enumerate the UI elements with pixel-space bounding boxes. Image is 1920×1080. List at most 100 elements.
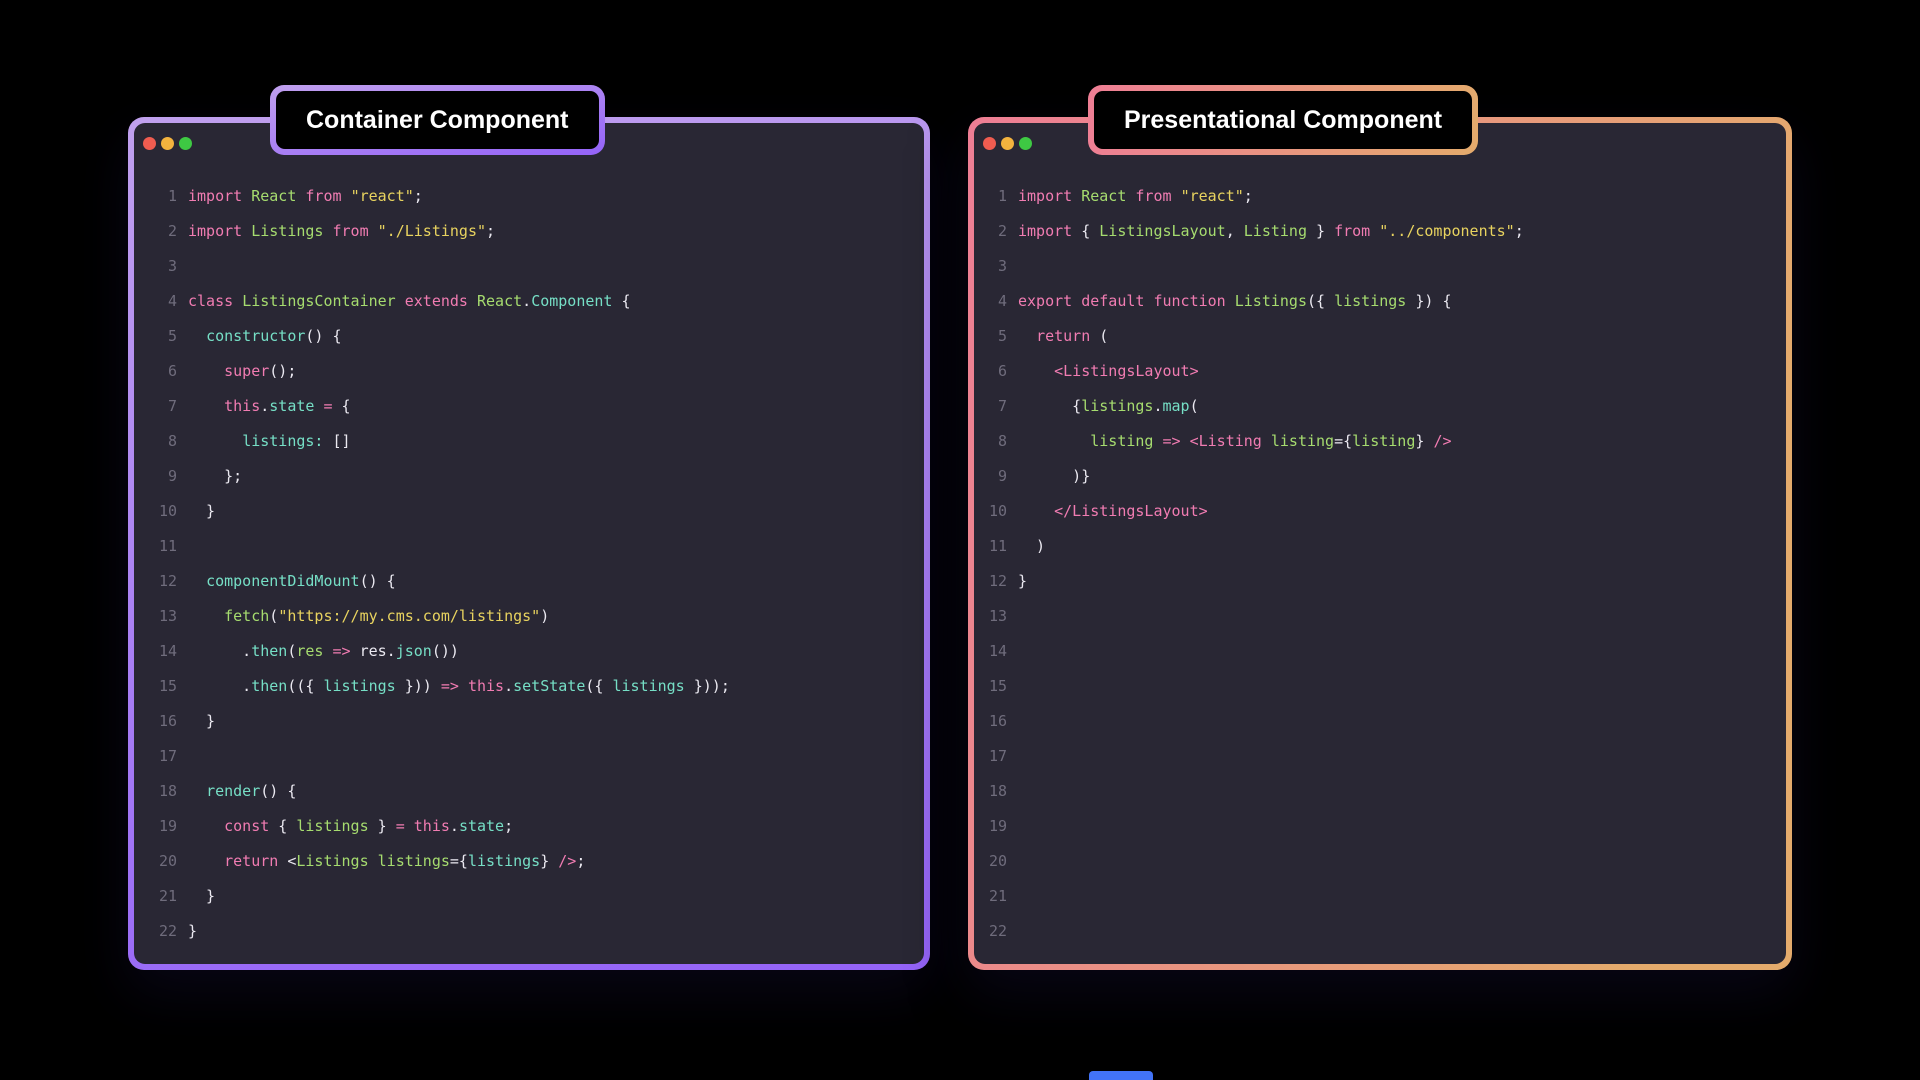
line-number: 11	[134, 529, 177, 564]
minimize-button-icon[interactable]	[1001, 137, 1014, 150]
close-button-icon[interactable]	[143, 137, 156, 150]
presentational-component-window: Presentational Component 1import React f…	[968, 117, 1792, 970]
bottom-peek-element	[1089, 1071, 1153, 1080]
minimize-button-icon[interactable]	[161, 137, 174, 150]
code-text: listing => <Listing listing={listing} />	[1018, 424, 1452, 459]
code-text: .then(({ listings })) => this.setState({…	[188, 669, 730, 704]
line-number: 11	[974, 529, 1007, 564]
line-number: 6	[974, 354, 1007, 389]
code-line: 15	[974, 669, 1786, 704]
code-text: }	[188, 704, 215, 739]
window-controls	[983, 137, 1032, 150]
line-number: 2	[134, 214, 177, 249]
presentational-title-badge: Presentational Component	[1088, 85, 1478, 155]
line-number: 3	[974, 249, 1007, 284]
line-number: 15	[974, 669, 1007, 704]
code-text: this.state = {	[188, 389, 351, 424]
line-number: 21	[134, 879, 177, 914]
code-line: 8 listings: []	[134, 424, 924, 459]
code-text: {listings.map(	[1018, 389, 1199, 424]
line-number: 9	[134, 459, 177, 494]
code-text: };	[188, 459, 242, 494]
code-text: .then(res => res.json())	[188, 634, 459, 669]
code-line: 17	[974, 739, 1786, 774]
line-number: 1	[974, 179, 1007, 214]
code-line: 17	[134, 739, 924, 774]
code-line: 19	[974, 809, 1786, 844]
line-number: 22	[134, 914, 177, 949]
code-line: 16 }	[134, 704, 924, 739]
code-line: 20	[974, 844, 1786, 879]
code-text: render() {	[188, 774, 296, 809]
code-text: }	[188, 914, 197, 949]
code-line: 6 super();	[134, 354, 924, 389]
line-number: 12	[134, 564, 177, 599]
code-line: 9 };	[134, 459, 924, 494]
line-number: 7	[974, 389, 1007, 424]
code-text: }	[188, 494, 215, 529]
line-number: 4	[974, 284, 1007, 319]
code-text: listings: []	[188, 424, 351, 459]
line-number: 3	[134, 249, 177, 284]
code-text: <ListingsLayout>	[1018, 354, 1199, 389]
code-line: 21	[974, 879, 1786, 914]
code-line: 2import { ListingsLayout, Listing } from…	[974, 214, 1786, 249]
line-number: 21	[974, 879, 1007, 914]
code-line: 4class ListingsContainer extends React.C…	[134, 284, 924, 319]
code-text: const { listings } = this.state;	[188, 809, 513, 844]
presentational-editor-surface: 1import React from "react";2import { Lis…	[974, 123, 1786, 964]
code-line: 2import Listings from "./Listings";	[134, 214, 924, 249]
maximize-button-icon[interactable]	[179, 137, 192, 150]
maximize-button-icon[interactable]	[1019, 137, 1032, 150]
presentational-title-label: Presentational Component	[1094, 91, 1472, 149]
code-text: constructor() {	[188, 319, 342, 354]
code-line: 21 }	[134, 879, 924, 914]
code-line: 11	[134, 529, 924, 564]
code-text: return <Listings listings={listings} />;	[188, 844, 585, 879]
code-text: super();	[188, 354, 296, 389]
close-button-icon[interactable]	[983, 137, 996, 150]
line-number: 12	[974, 564, 1007, 599]
line-number: 1	[134, 179, 177, 214]
code-line: 5 return (	[974, 319, 1786, 354]
container-code-area: 1import React from "react";2import Listi…	[134, 179, 924, 949]
code-line: 7 this.state = {	[134, 389, 924, 424]
line-number: 20	[974, 844, 1007, 879]
line-number: 8	[134, 424, 177, 459]
code-line: 14 .then(res => res.json())	[134, 634, 924, 669]
line-number: 13	[974, 599, 1007, 634]
code-line: 5 constructor() {	[134, 319, 924, 354]
line-number: 16	[974, 704, 1007, 739]
code-line: 11 )	[974, 529, 1786, 564]
line-number: 10	[134, 494, 177, 529]
line-number: 18	[974, 774, 1007, 809]
code-line: 3	[134, 249, 924, 284]
line-number: 13	[134, 599, 177, 634]
line-number: 14	[134, 634, 177, 669]
desktop-background: Container Component 1import React from "…	[0, 0, 1920, 1080]
line-number: 6	[134, 354, 177, 389]
code-line: 6 <ListingsLayout>	[974, 354, 1786, 389]
code-text: )}	[1018, 459, 1090, 494]
code-line: 9 )}	[974, 459, 1786, 494]
code-line: 15 .then(({ listings })) => this.setStat…	[134, 669, 924, 704]
line-number: 20	[134, 844, 177, 879]
code-line: 18	[974, 774, 1786, 809]
line-number: 8	[974, 424, 1007, 459]
line-number: 17	[134, 739, 177, 774]
line-number: 5	[134, 319, 177, 354]
line-number: 9	[974, 459, 1007, 494]
code-line: 18 render() {	[134, 774, 924, 809]
code-line: 13	[974, 599, 1786, 634]
container-title-label: Container Component	[276, 91, 599, 149]
code-text: import { ListingsLayout, Listing } from …	[1018, 214, 1524, 249]
code-text: }	[188, 879, 215, 914]
line-number: 22	[974, 914, 1007, 949]
code-line: 22	[974, 914, 1786, 949]
code-text: fetch("https://my.cms.com/listings")	[188, 599, 549, 634]
line-number: 14	[974, 634, 1007, 669]
container-title-badge: Container Component	[270, 85, 605, 155]
code-line: 7 {listings.map(	[974, 389, 1786, 424]
code-line: 10 </ListingsLayout>	[974, 494, 1786, 529]
code-line: 1import React from "react";	[134, 179, 924, 214]
